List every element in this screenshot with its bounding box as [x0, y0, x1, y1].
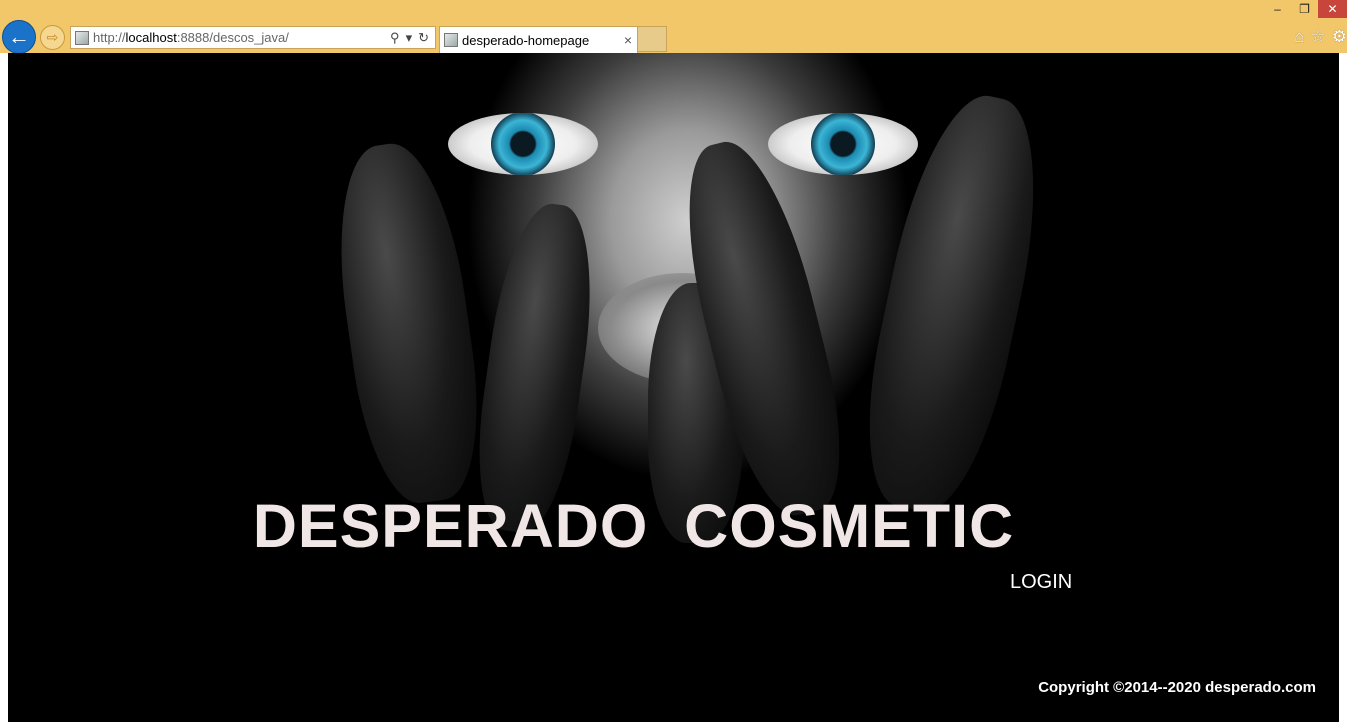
star-icon[interactable]: ☆	[1311, 27, 1326, 47]
page-favicon-icon	[75, 30, 89, 45]
url-text[interactable]: http://localhost:8888/descos_java/	[93, 30, 390, 45]
refresh-icon[interactable]: ↻	[418, 30, 429, 46]
forward-button[interactable]: ⇨	[40, 25, 65, 50]
copyright-text: Copyright ©2014--2020 desperado.com	[1038, 679, 1316, 696]
search-icon[interactable]: ⚲	[390, 30, 400, 46]
hero-photo-left-eye	[448, 113, 598, 175]
tab-desperado-homepage[interactable]: desperado-homepage ×	[439, 26, 638, 53]
login-link[interactable]: LOGIN	[1010, 571, 1072, 594]
window-controls: – ❐ ✕	[1264, 0, 1347, 18]
back-button[interactable]: ←	[2, 20, 36, 54]
close-window-button[interactable]: ✕	[1318, 0, 1347, 18]
tab-close-icon[interactable]: ×	[619, 32, 637, 48]
url-host: localhost	[125, 30, 177, 45]
browser-chrome: ← ⇨ http://localhost:8888/descos_java/ ⚲…	[0, 0, 1347, 54]
dropdown-chevron-icon[interactable]: ▾	[406, 30, 413, 46]
restore-button[interactable]: ❐	[1291, 0, 1318, 18]
tab-title: desperado-homepage	[462, 32, 590, 48]
url-path: :8888/descos_java/	[176, 30, 289, 45]
home-icon[interactable]: ⌂	[1294, 27, 1304, 47]
page-viewport: DESPERADO COSMETIC LOGIN Copyright ©2014…	[8, 53, 1339, 722]
tab-favicon-icon	[444, 33, 458, 47]
url-scheme: http://	[93, 30, 126, 45]
minimize-button[interactable]: –	[1264, 0, 1291, 18]
new-tab-button[interactable]	[638, 26, 667, 52]
gear-icon[interactable]: ⚙	[1332, 27, 1347, 47]
forward-arrow-icon: ⇨	[46, 29, 59, 45]
back-arrow-icon: ←	[8, 24, 30, 49]
hero-photo-right-eye	[768, 113, 918, 175]
address-bar[interactable]: http://localhost:8888/descos_java/ ⚲ ▾ ↻	[70, 26, 436, 49]
browser-toolbar-icons: ⌂ ☆ ⚙	[1294, 27, 1347, 47]
brand-title: DESPERADO COSMETIC	[252, 492, 1015, 560]
